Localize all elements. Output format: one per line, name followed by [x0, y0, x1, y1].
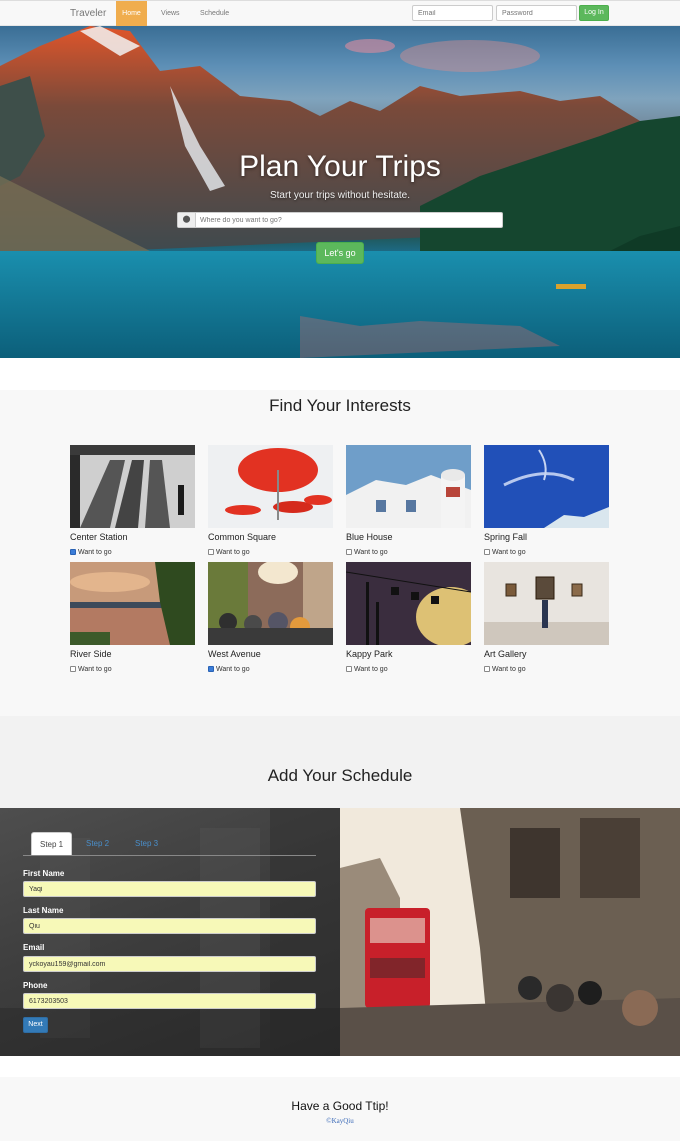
checkbox-unchecked-icon[interactable]	[346, 666, 352, 672]
first-name-label: First Name	[23, 869, 65, 878]
interest-card: Common Square Want to go	[208, 445, 333, 556]
spring-fall-image	[484, 445, 609, 528]
destination-search: ⬤	[177, 212, 503, 228]
card-title: Kappy Park	[346, 649, 393, 659]
interest-card: Blue House Want to go	[346, 445, 471, 556]
want-to-go-checkbox[interactable]: Want to go	[346, 549, 388, 556]
email-field[interactable]	[23, 956, 316, 972]
checkbox-checked-icon[interactable]	[70, 549, 76, 555]
interests-section: Find Your Interests Center Station Want …	[0, 390, 680, 716]
nav-views-link[interactable]: Views	[155, 1, 186, 26]
card-title: Art Gallery	[484, 649, 527, 659]
want-to-go-checkbox[interactable]: Want to go	[484, 549, 526, 556]
blue-house-image	[346, 445, 471, 528]
email-label: Email	[23, 943, 45, 952]
center-station-image	[70, 445, 195, 528]
river-side-image	[70, 562, 195, 645]
card-title: Center Station	[70, 532, 128, 542]
last-name-field[interactable]	[23, 918, 316, 934]
card-title: West Avenue	[208, 649, 261, 659]
hero-title: Plan Your Trips	[239, 150, 441, 183]
art-gallery-image	[484, 562, 609, 645]
interest-card: West Avenue Want to go	[208, 562, 333, 673]
checkbox-unchecked-icon[interactable]	[70, 666, 76, 672]
footer: Have a Good Ttip! ©KayQiu	[0, 1077, 680, 1141]
login-button[interactable]: Log In	[579, 5, 609, 21]
schedule-title: Add Your Schedule	[267, 766, 413, 785]
hero-subtitle: Start your trips without hesitate.	[269, 190, 411, 201]
want-to-go-checkbox[interactable]: Want to go	[70, 549, 112, 556]
card-title: Common Square	[208, 532, 277, 542]
interest-card: Spring Fall Want to go	[484, 445, 609, 556]
card-title: Blue House	[346, 532, 393, 542]
lets-go-button[interactable]: Let's go	[316, 242, 364, 264]
checkbox-checked-icon[interactable]	[208, 666, 214, 672]
want-to-go-checkbox[interactable]: Want to go	[208, 549, 250, 556]
interest-card: Center Station Want to go	[70, 445, 195, 556]
footer-credit-link[interactable]: ©KayQiu	[0, 1117, 680, 1125]
card-title: Spring Fall	[484, 532, 528, 542]
want-to-go-checkbox[interactable]: Want to go	[70, 666, 112, 673]
common-square-image	[208, 445, 333, 528]
want-to-go-checkbox[interactable]: Want to go	[346, 666, 388, 673]
phone-label: Phone	[23, 981, 48, 990]
want-to-go-checkbox[interactable]: Want to go	[208, 666, 250, 673]
hero-banner: Plan Your Trips Start your trips without…	[0, 26, 680, 358]
schedule-form: Step 1 Step 2 Step 3 First Name Last Nam…	[0, 808, 340, 1056]
checkbox-unchecked-icon[interactable]	[484, 549, 490, 555]
card-title: River Side	[70, 649, 112, 659]
nav-schedule-link[interactable]: Schedule	[194, 1, 235, 26]
kappy-park-image	[346, 562, 471, 645]
tab-step-1[interactable]: Step 1	[31, 832, 73, 855]
west-avenue-image	[208, 562, 333, 645]
phone-field[interactable]	[23, 993, 316, 1009]
checkbox-unchecked-icon[interactable]	[208, 549, 214, 555]
footer-title: Have a Good Ttip!	[291, 1099, 389, 1113]
interest-card: River Side Want to go	[70, 562, 195, 673]
last-name-label: Last Name	[23, 906, 64, 915]
brand-link[interactable]: Traveler	[70, 8, 106, 19]
interest-card: Kappy Park Want to go	[346, 562, 471, 673]
first-name-field[interactable]	[23, 881, 316, 897]
checkbox-unchecked-icon[interactable]	[346, 549, 352, 555]
tab-step-2[interactable]: Step 2	[78, 832, 117, 855]
next-button[interactable]: Next	[23, 1017, 48, 1033]
tab-step-3[interactable]: Step 3	[127, 832, 166, 855]
step-tabs: Step 1 Step 2 Step 3	[23, 832, 316, 856]
navbar: Traveler Home Views Schedule Log In	[0, 0, 680, 26]
nav-home-link[interactable]: Home	[116, 1, 147, 26]
interests-title: Find Your Interests	[269, 396, 411, 415]
interest-card: Art Gallery Want to go	[484, 562, 609, 673]
email-input[interactable]	[412, 5, 493, 21]
password-input[interactable]	[496, 5, 577, 21]
city-street-image	[340, 808, 680, 1056]
map-marker-icon: ⬤	[178, 213, 196, 227]
want-to-go-checkbox[interactable]: Want to go	[484, 666, 526, 673]
destination-input[interactable]	[200, 215, 490, 226]
schedule-header: Add Your Schedule	[0, 716, 680, 808]
checkbox-unchecked-icon[interactable]	[484, 666, 490, 672]
